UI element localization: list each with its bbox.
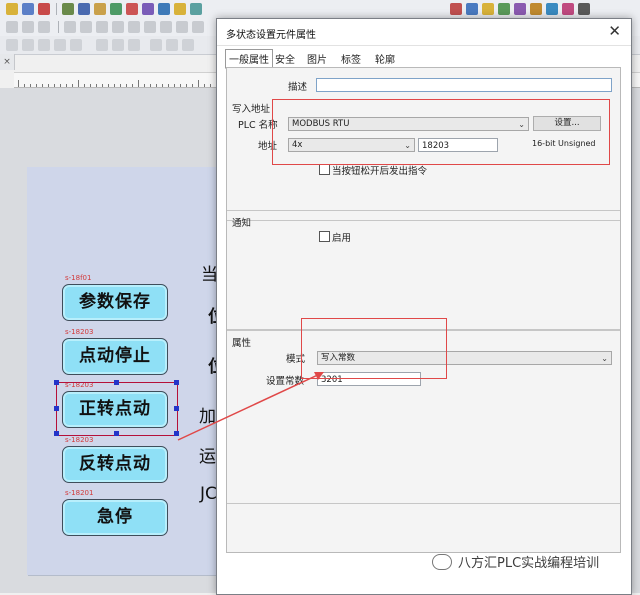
wechat-icon: [432, 554, 452, 570]
watermark-text: 八方汇PLC实战编程培训: [458, 556, 600, 571]
annotation-arrow: [177, 372, 324, 441]
watermark: 八方汇PLC实战编程培训: [432, 552, 599, 571]
